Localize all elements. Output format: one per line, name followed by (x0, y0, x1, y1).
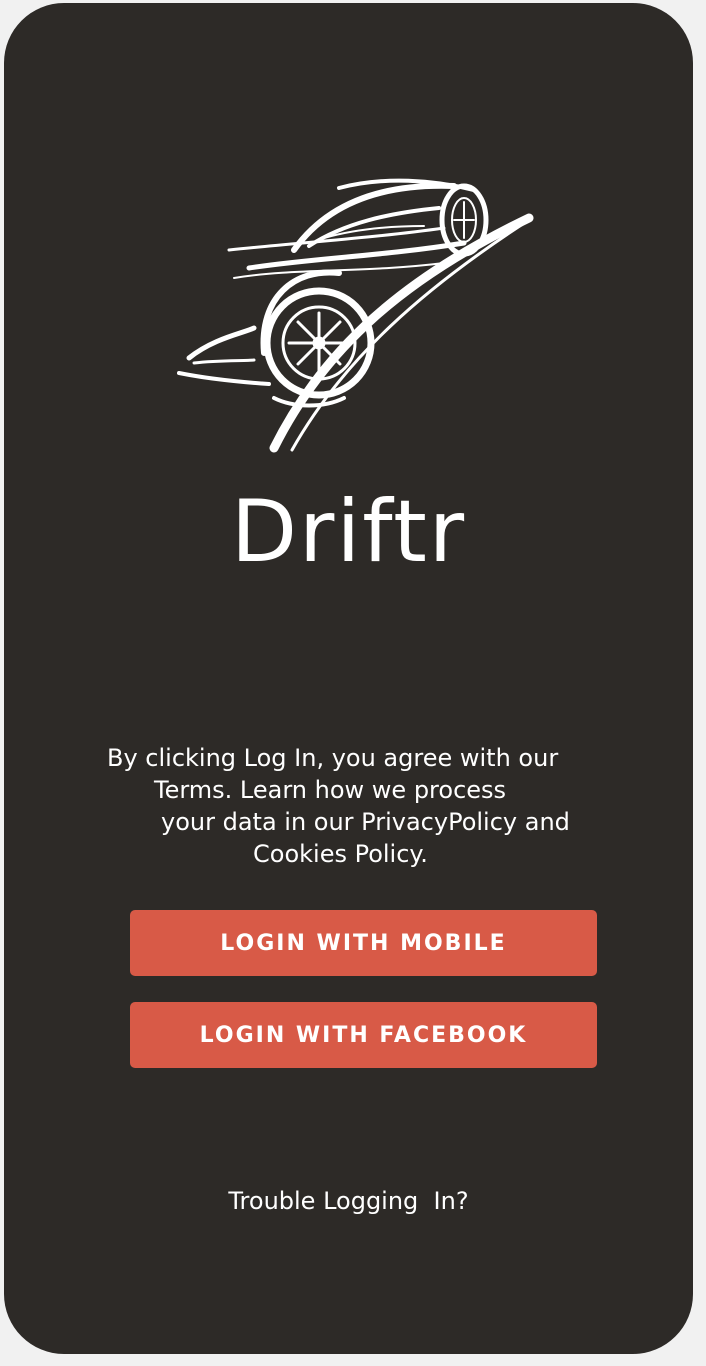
trouble-logging-in-link[interactable]: Trouble Logging In? (4, 1187, 693, 1215)
login-screen: Driftr By clicking Log In, you agree wit… (4, 3, 693, 1354)
legal-line: Cookies Policy. (253, 840, 428, 868)
sports-car-icon (177, 178, 534, 453)
login-with-facebook-button[interactable]: LOGIN WITH FACEBOOK (130, 1002, 597, 1068)
login-with-mobile-button[interactable]: LOGIN WITH MOBILE (130, 910, 597, 976)
app-title: Driftr (230, 482, 467, 582)
legal-line: By clicking Log In, you agree with our (107, 744, 559, 772)
legal-line: Terms. Learn how we process (154, 776, 507, 804)
legal-notice: By clicking Log In, you agree with our T… (74, 742, 674, 870)
legal-line: your data in our PrivacyPolicy and (161, 808, 570, 836)
